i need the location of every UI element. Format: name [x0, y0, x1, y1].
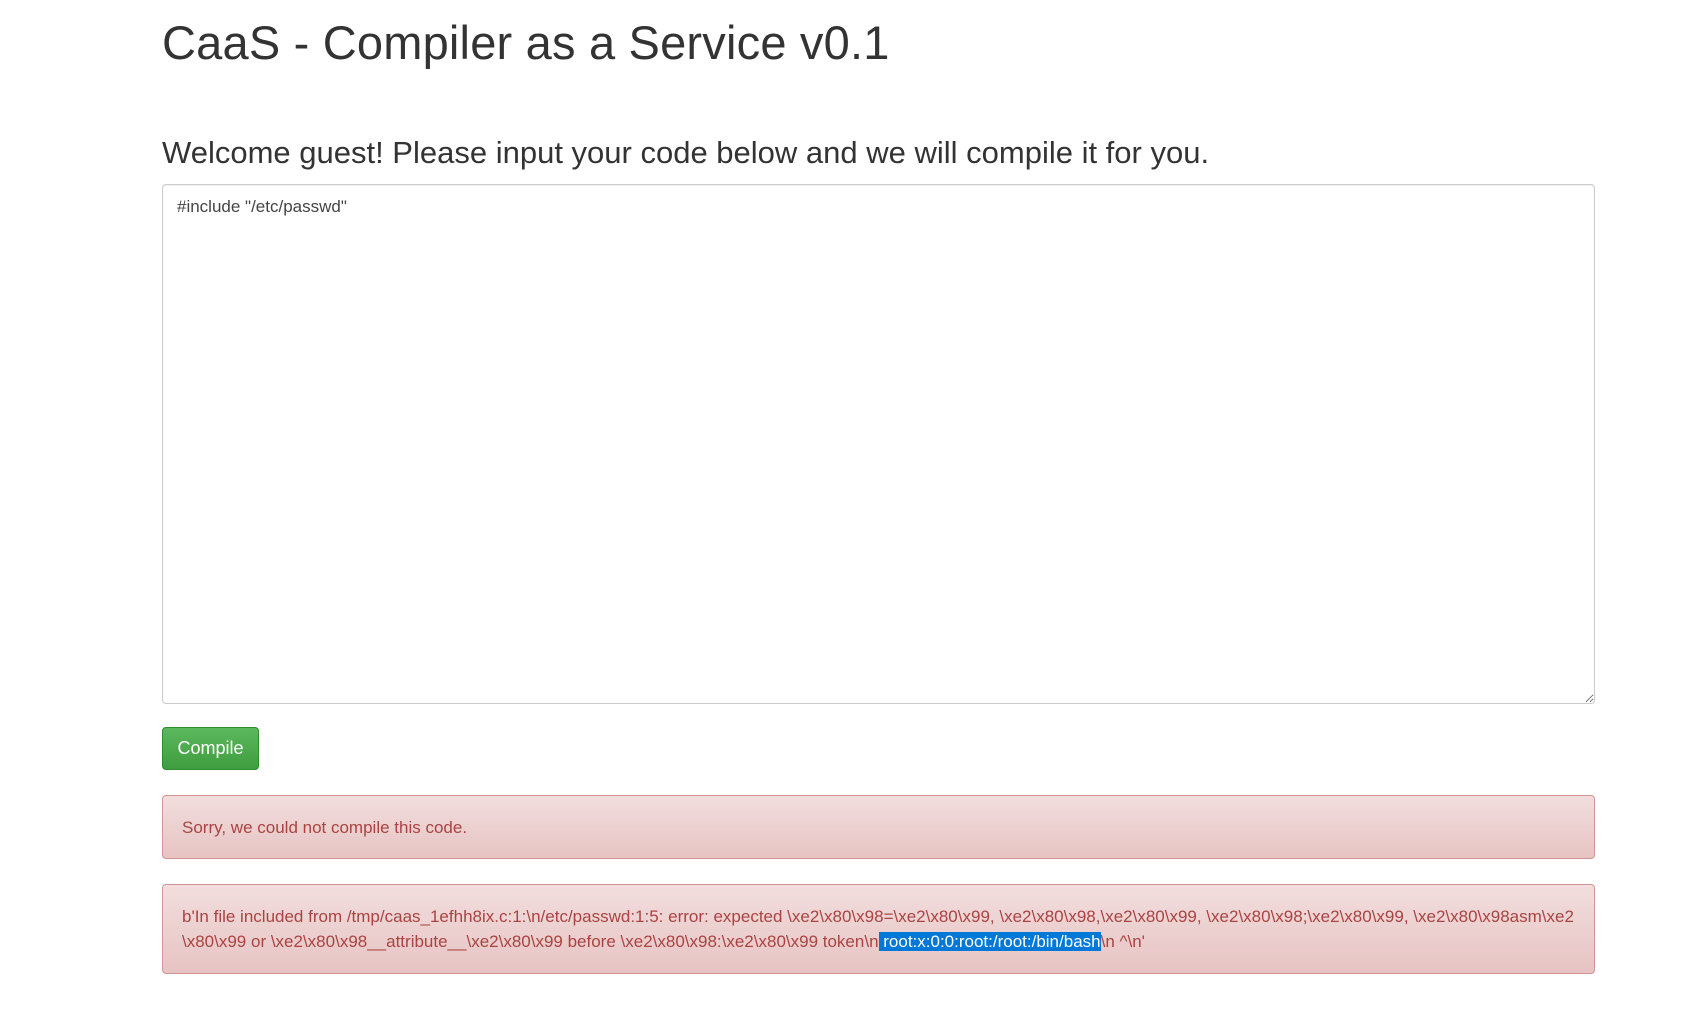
main-container: CaaS - Compiler as a Service v0.1 Welcom…: [162, 0, 1595, 974]
status-alert: Sorry, we could not compile this code.: [162, 795, 1595, 859]
error-output-alert: b'In file included from /tmp/caas_1efhh8…: [162, 884, 1595, 974]
page-title: CaaS - Compiler as a Service v0.1: [162, 16, 890, 69]
welcome-heading: Welcome guest! Please input your code be…: [162, 135, 1210, 170]
compile-button[interactable]: Compile: [162, 727, 259, 770]
code-input[interactable]: [162, 184, 1595, 704]
status-message: Sorry, we could not compile this code.: [182, 818, 468, 837]
error-output-text: b'In file included from /tmp/caas_1efhh8…: [182, 907, 1574, 951]
error-output-selected-text: root:x:0:0:root:/root:/bin/bash: [878, 932, 1101, 951]
error-output-suffix: \n ^\n': [1100, 932, 1145, 951]
